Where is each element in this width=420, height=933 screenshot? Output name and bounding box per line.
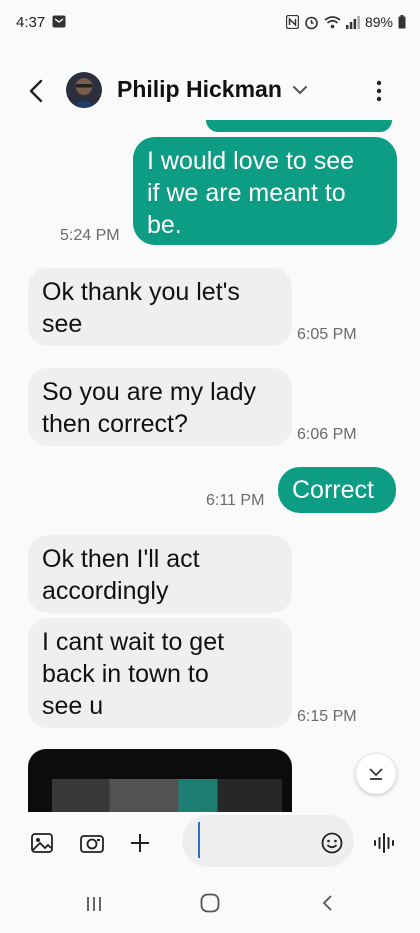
contact-avatar[interactable] [66, 72, 102, 108]
nfc-icon [285, 15, 299, 29]
message-time: 6:15 PM [297, 708, 357, 725]
scroll-to-bottom-button[interactable] [356, 754, 396, 794]
signal-icon [345, 15, 360, 29]
home-icon [200, 893, 220, 913]
battery-percent: 89% [364, 14, 393, 30]
received-message-bubble[interactable]: Ok then I'll act accordingly [28, 535, 292, 613]
chevron-down-icon [293, 86, 307, 95]
message-time: 6:05 PM [297, 326, 357, 343]
camera-icon [80, 835, 104, 853]
message-text-line: So you are my lady [42, 378, 256, 406]
attach-more-button[interactable] [126, 829, 154, 857]
home-button[interactable] [199, 892, 221, 914]
sent-message-bubble[interactable]: Correct [278, 467, 396, 513]
previous-message-bubble[interactable] [206, 120, 392, 132]
recent-apps-button[interactable] [84, 894, 104, 914]
recent-apps-icon [87, 897, 101, 911]
gallery-icon [31, 833, 53, 853]
message-text-line: I would love to see [147, 147, 355, 175]
message-text-line: if we are meant to [147, 179, 346, 207]
back-arrow-icon [29, 79, 43, 103]
plus-icon [131, 834, 149, 852]
message-text-line: see u [42, 692, 104, 720]
sent-message-bubble[interactable]: I would love to see if we are meant to b… [133, 137, 397, 245]
status-icons: 89% [285, 14, 406, 30]
message-time: 5:24 PM [60, 227, 120, 244]
contact-details-toggle[interactable] [290, 80, 310, 100]
text-cursor [198, 822, 200, 858]
message-text-line: see [42, 310, 83, 338]
received-message-bubble[interactable]: I cant wait to get back in town to see u [28, 618, 292, 728]
message-notification-icon [52, 15, 66, 33]
received-message-bubble[interactable]: So you are my lady then correct? [28, 368, 292, 446]
message-text-line: Ok thank you let's [42, 278, 240, 306]
message-text-line: be. [147, 211, 182, 239]
chevron-left-icon [322, 895, 332, 911]
arrow-down-icon [369, 768, 383, 780]
back-button[interactable] [22, 78, 52, 108]
person-photo-icon [71, 79, 97, 108]
wifi-icon [324, 15, 341, 29]
emoji-icon [321, 832, 343, 854]
more-options-button[interactable] [370, 78, 388, 104]
more-vertical-icon [376, 80, 382, 102]
system-back-button[interactable] [318, 893, 338, 913]
status-bar: 4:37 89% [0, 0, 420, 44]
message-text-line: accordingly [42, 577, 169, 605]
message-text-line: then correct? [42, 410, 188, 438]
message-text-line: Ok then I'll act [42, 545, 200, 573]
emoji-button[interactable] [318, 829, 346, 857]
contact-name[interactable]: Philip Hickman [117, 76, 282, 103]
voice-icon [374, 833, 394, 853]
message-text-line: back in town to [42, 660, 209, 688]
message-text-line: I cant wait to get [42, 628, 225, 656]
voice-record-button[interactable] [370, 829, 398, 857]
received-message-bubble[interactable]: Ok thank you let's see [28, 268, 292, 346]
camera-button[interactable] [78, 829, 106, 857]
message-text-line: Correct [292, 476, 374, 504]
message-time: 6:06 PM [297, 426, 357, 443]
message-time: 6:11 PM [206, 492, 265, 509]
status-time: 4:37 [16, 14, 46, 31]
alarm-icon [304, 15, 319, 30]
gallery-button[interactable] [28, 829, 56, 857]
battery-icon [398, 15, 406, 29]
